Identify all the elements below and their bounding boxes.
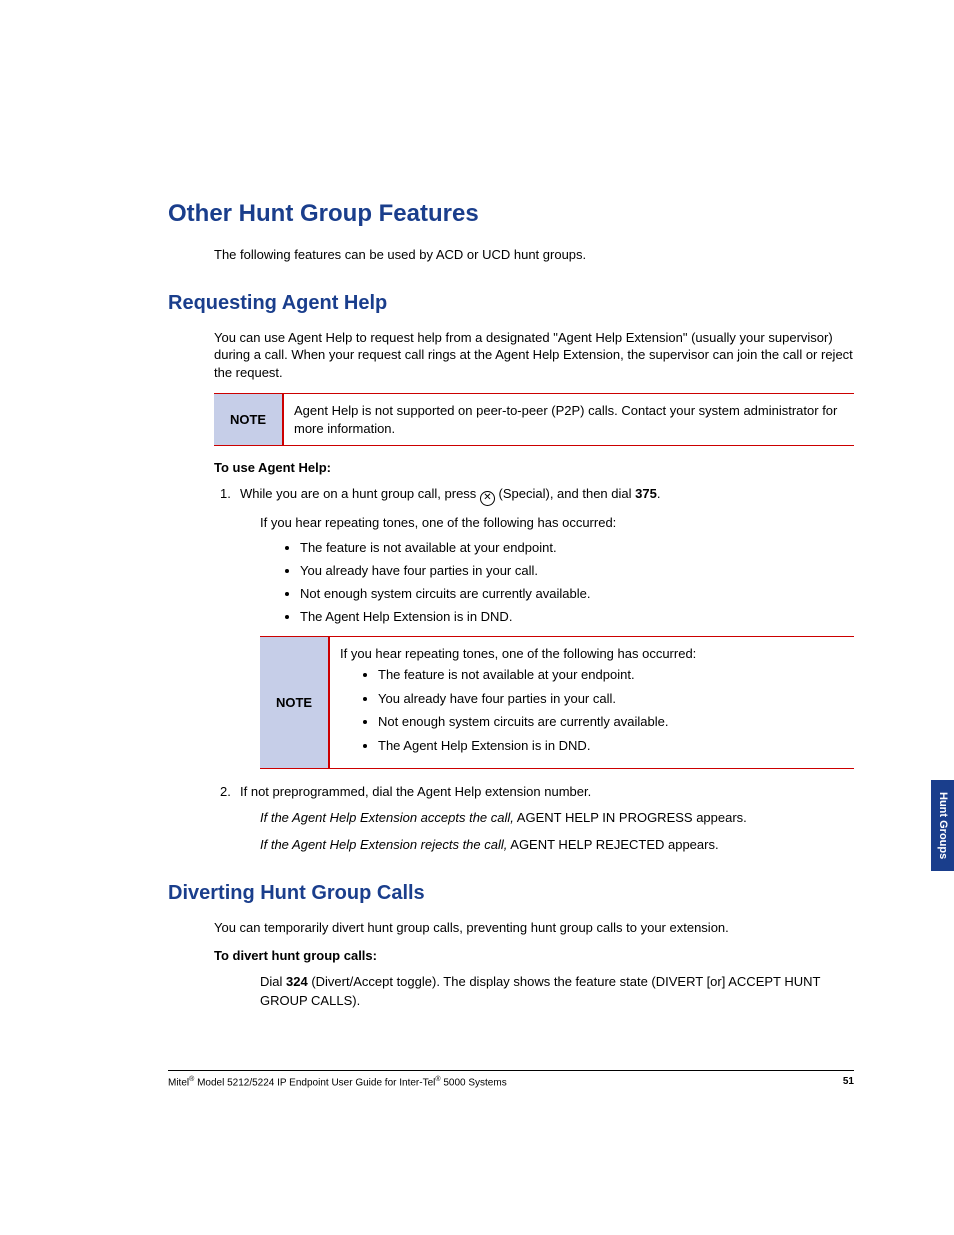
step-2-reject: If the Agent Help Extension rejects the … <box>260 836 854 854</box>
list-item: The Agent Help Extension is in DND. <box>300 609 854 626</box>
note-label: NOTE <box>260 637 330 769</box>
list-item: You already have four parties in your ca… <box>300 563 854 580</box>
footer-rule <box>168 1070 854 1071</box>
list-item: The feature is not available at your end… <box>378 666 844 684</box>
page-number: 51 <box>843 1076 854 1088</box>
step-2-reject-italic: If the Agent Help Extension rejects the … <box>260 837 507 852</box>
divert-description: You can temporarily divert hunt group ca… <box>214 919 854 937</box>
agent-help-description: You can use Agent Help to request help f… <box>214 329 854 382</box>
step-2-accept-rest: AGENT HELP IN PROGRESS appears. <box>514 810 747 825</box>
footer-text-c: 5000 Systems <box>441 1077 507 1088</box>
list-item: You already have four parties in your ca… <box>378 690 844 708</box>
note-label: NOTE <box>214 394 284 445</box>
footer-text: Mitel® Model 5212/5224 IP Endpoint User … <box>168 1076 507 1088</box>
special-key-icon: ✕ <box>480 491 495 506</box>
note-box-2: NOTE If you hear repeating tones, one of… <box>260 636 854 770</box>
page-footer: Mitel® Model 5212/5224 IP Endpoint User … <box>168 1076 854 1088</box>
footer-brand-a: Mitel <box>168 1077 189 1088</box>
list-item: The feature is not available at your end… <box>300 540 854 557</box>
note-2-intro: If you hear repeating tones, one of the … <box>340 646 696 661</box>
note-body: Agent Help is not supported on peer-to-p… <box>284 394 854 445</box>
step-2-text: If not preprogrammed, dial the Agent Hel… <box>240 784 591 799</box>
heading-diverting-hunt-group-calls: Diverting Hunt Group Calls <box>168 882 854 905</box>
note-body: If you hear repeating tones, one of the … <box>330 637 854 769</box>
dial-code-375: 375 <box>635 486 657 501</box>
step-2-reject-rest: AGENT HELP REJECTED appears. <box>507 837 718 852</box>
step-1-text-c: . <box>657 486 661 501</box>
intro-paragraph: The following features can be used by AC… <box>214 246 854 264</box>
step-1: 1.While you are on a hunt group call, pr… <box>240 485 854 506</box>
list-item: Not enough system circuits are currently… <box>378 713 844 731</box>
section-tab-hunt-groups: Hunt Groups <box>931 780 954 871</box>
bullet-list-note-2: The feature is not available at your end… <box>340 666 844 754</box>
list-item: Not enough system circuits are currently… <box>300 586 854 603</box>
step-1-text-a: While you are on a hunt group call, pres… <box>240 486 480 501</box>
step-number: 2. <box>220 783 240 801</box>
divert-text-a: Dial <box>260 974 286 989</box>
list-item: The Agent Help Extension is in DND. <box>378 737 844 755</box>
divert-step: Dial 324 (Divert/Accept toggle). The dis… <box>260 973 854 1009</box>
procedure-heading-agent-help: To use Agent Help: <box>214 460 854 475</box>
dial-code-324: 324 <box>286 974 308 989</box>
divert-text-b: (Divert/Accept toggle). The display show… <box>260 974 820 1007</box>
step-number: 1. <box>220 485 240 503</box>
bullet-list-1: The feature is not available at your end… <box>168 540 854 626</box>
step-2: 2.If not preprogrammed, dial the Agent H… <box>240 783 854 801</box>
heading-requesting-agent-help: Requesting Agent Help <box>168 292 854 315</box>
note-box-1: NOTE Agent Help is not supported on peer… <box>214 393 854 446</box>
step-1-text-b: (Special), and then dial <box>495 486 635 501</box>
procedure-heading-divert: To divert hunt group calls: <box>214 948 854 963</box>
step-2-accept-italic: If the Agent Help Extension accepts the … <box>260 810 514 825</box>
step-1-subtext: If you hear repeating tones, one of the … <box>260 514 854 532</box>
step-2-accept: If the Agent Help Extension accepts the … <box>260 809 854 827</box>
footer-text-b: Model 5212/5224 IP Endpoint User Guide f… <box>194 1077 435 1088</box>
heading-1: Other Hunt Group Features <box>168 200 854 228</box>
